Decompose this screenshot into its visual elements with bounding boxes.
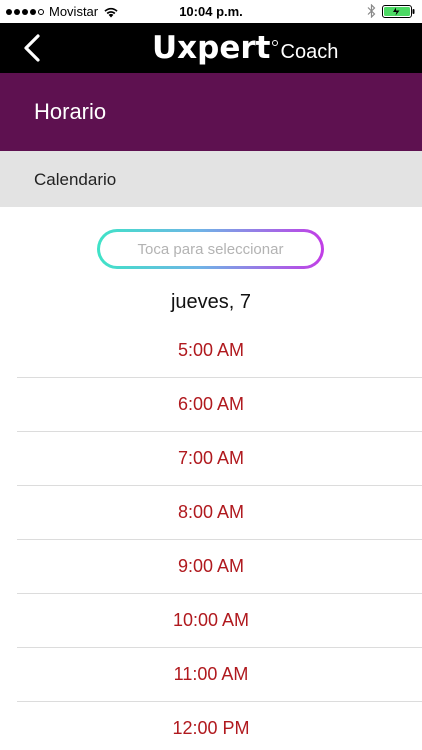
status-bar: Movistar 10:04 p.m. (0, 0, 422, 23)
battery-icon (382, 4, 415, 18)
date-selector-placeholder[interactable]: Toca para seleccionar (100, 232, 321, 266)
section-label: Calendario (34, 170, 117, 189)
title-band: Horario (0, 73, 422, 151)
time-slot[interactable]: 9:00 AM (17, 540, 422, 594)
logo-registered-mark (271, 40, 278, 46)
page-title: Horario (34, 99, 107, 124)
time-slot[interactable]: 5:00 AM (17, 324, 422, 378)
section-header: Calendario (0, 151, 422, 207)
selected-date: jueves, 7 (170, 291, 252, 313)
time-slot[interactable]: 12:00 PM (17, 702, 422, 750)
status-right (367, 4, 416, 18)
time-slot[interactable]: 8:00 AM (17, 486, 422, 540)
time-slot[interactable]: 10:00 AM (17, 594, 422, 648)
back-button[interactable] (18, 33, 48, 63)
logo-wordmark: Uxpert (152, 30, 271, 66)
app-header: Uxpert Coach (0, 23, 422, 73)
app-logo: Uxpert Coach (152, 27, 338, 69)
bluetooth-icon (367, 4, 376, 18)
status-time: 10:04 p.m. (179, 4, 243, 19)
logo-subtitle: Coach (280, 41, 339, 63)
time-slot-list: 5:00 AM 6:00 AM 7:00 AM 8:00 AM 9:00 AM … (17, 324, 422, 750)
time-slot[interactable]: 11:00 AM (17, 648, 422, 702)
time-slot[interactable]: 6:00 AM (17, 378, 422, 432)
time-slot[interactable]: 7:00 AM (17, 432, 422, 486)
chevron-left-icon (24, 34, 40, 62)
date-selector[interactable]: Toca para seleccionar (97, 229, 324, 269)
